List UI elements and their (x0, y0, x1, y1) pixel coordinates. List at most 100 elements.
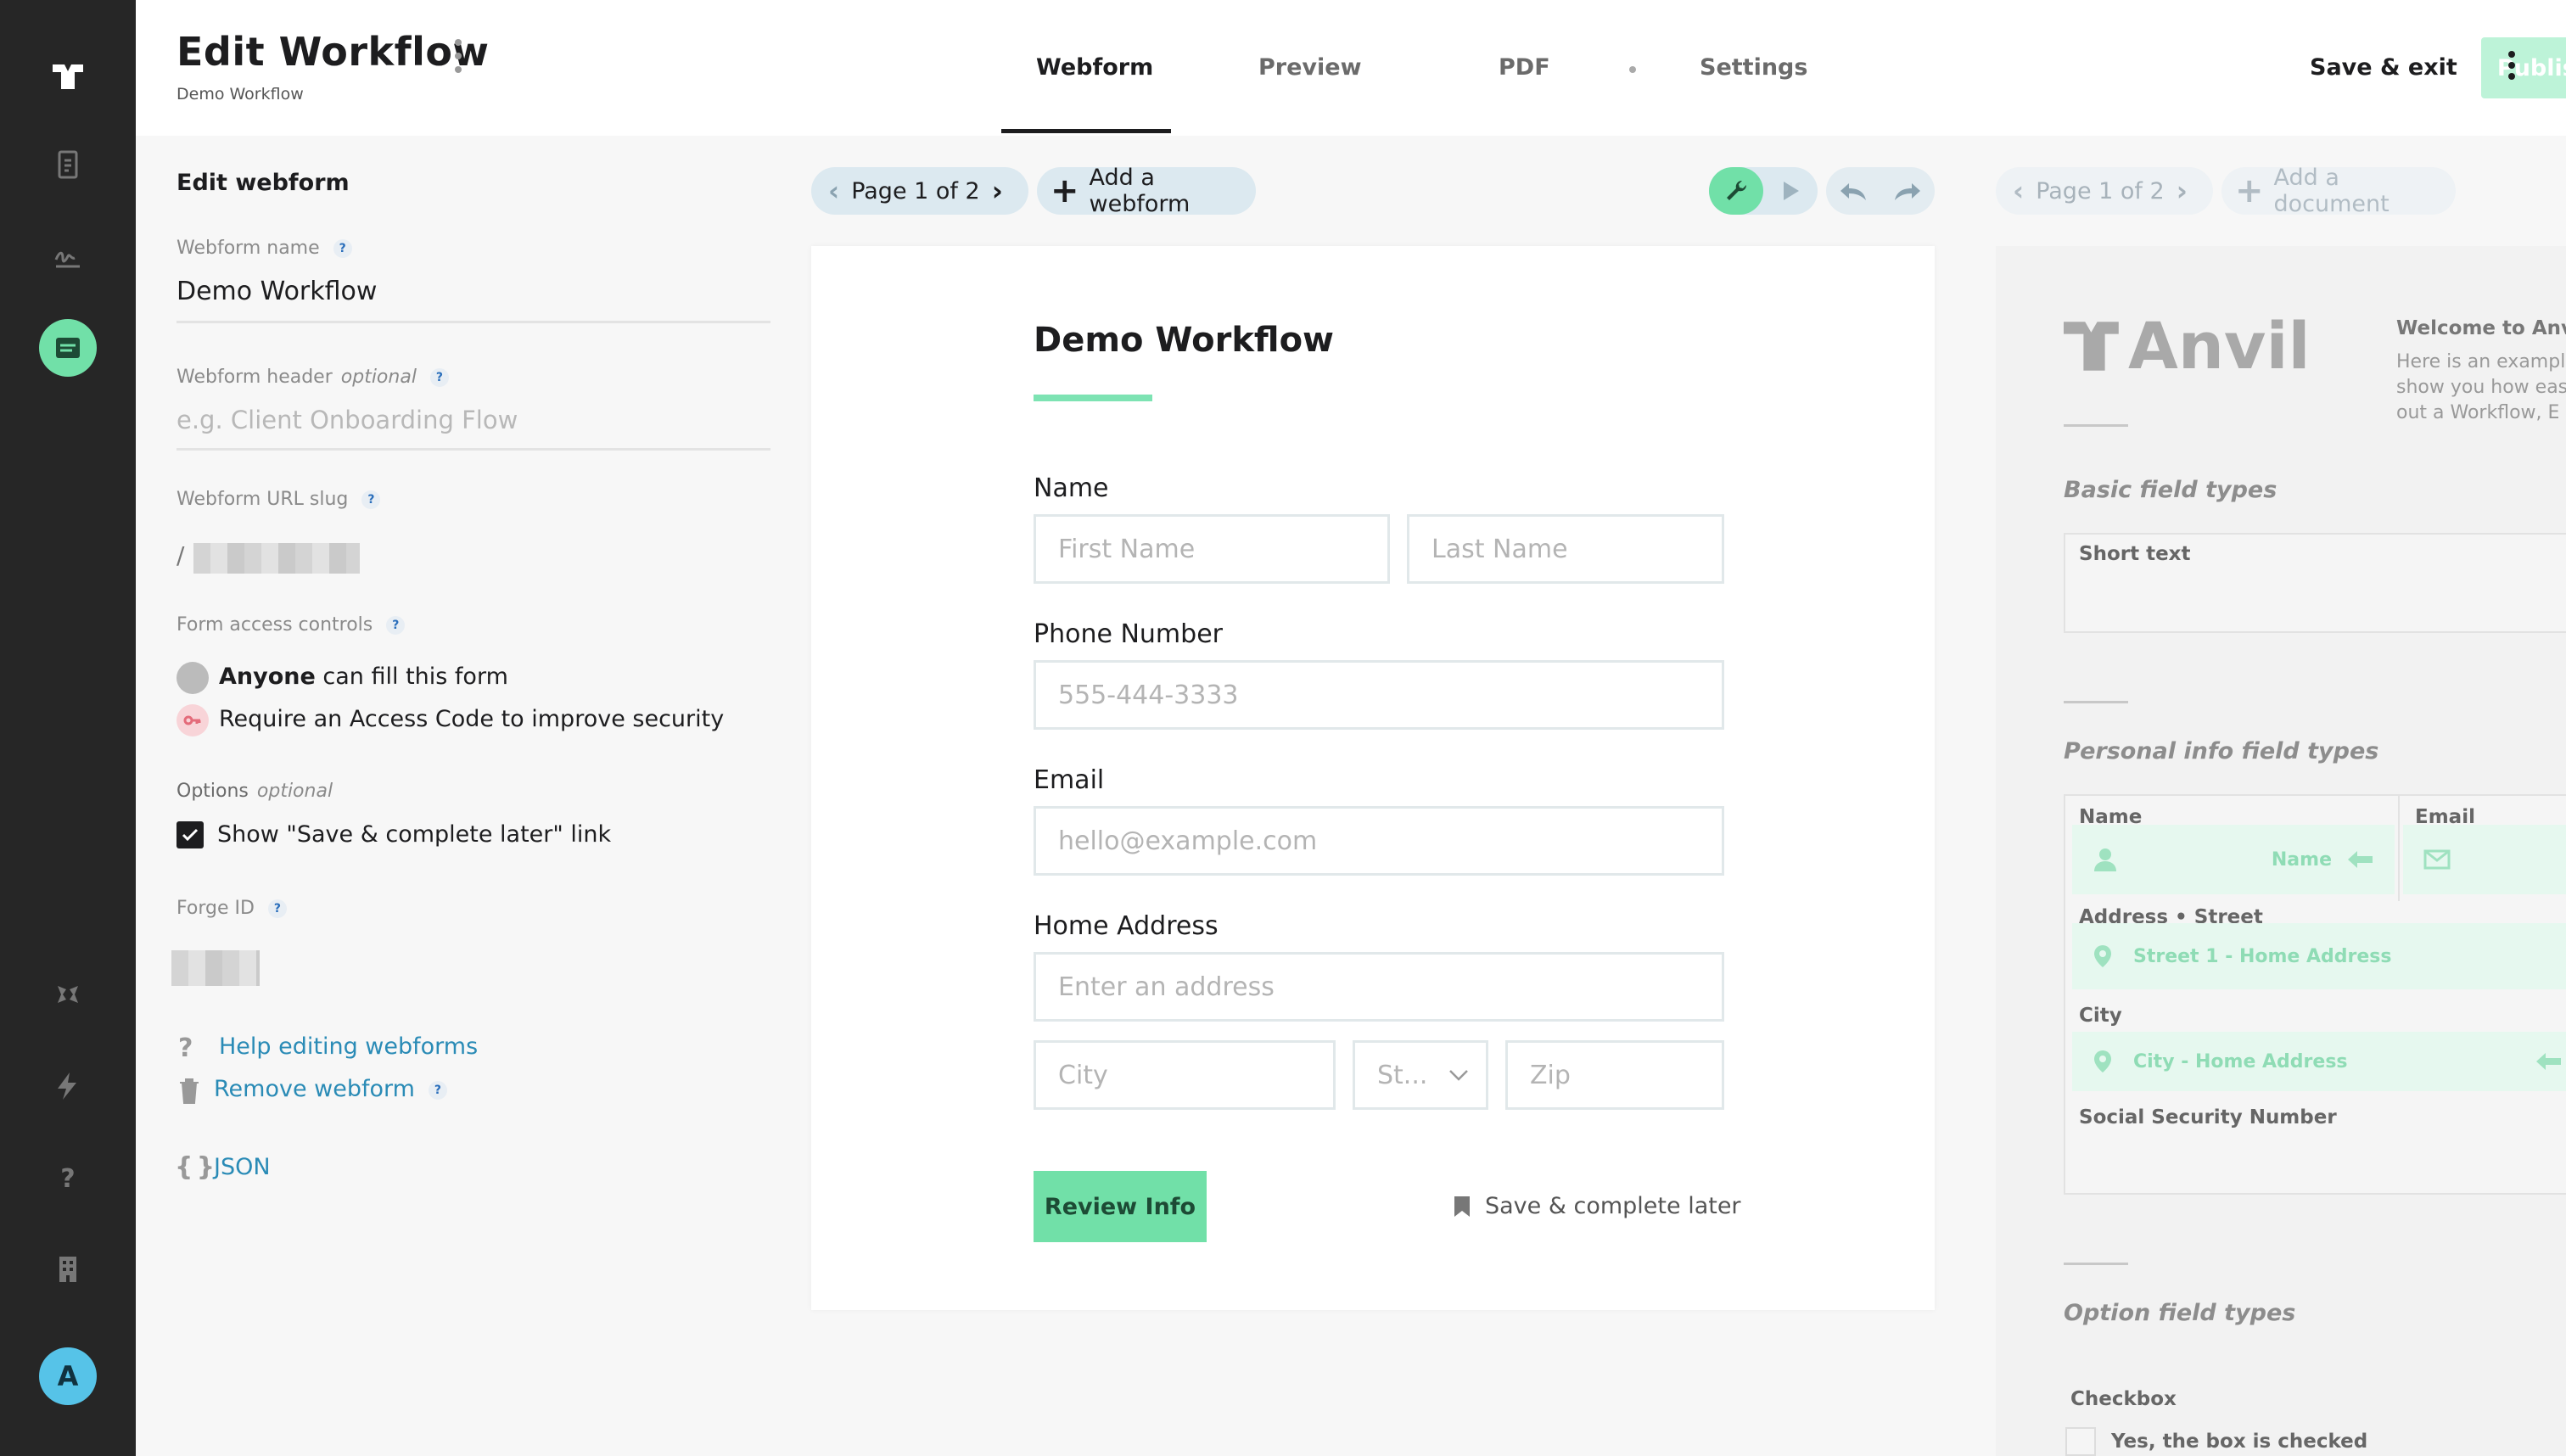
pdf-ssn-label: Social Security Number (2079, 1106, 2337, 1128)
user-avatar-icon (176, 662, 209, 694)
plus-icon: + (2235, 171, 2264, 210)
webforms-icon[interactable] (39, 319, 97, 377)
location-pin-icon (2094, 945, 2111, 967)
webform-header-label: Webform header optional? (176, 367, 449, 388)
tab-settings[interactable]: Settings (1700, 54, 1807, 81)
zip-input[interactable]: Zip (1505, 1040, 1724, 1110)
review-info-button[interactable]: Review Info (1034, 1171, 1207, 1242)
pdf-welcome-line-2: show you how eas (2396, 377, 2566, 398)
last-name-input[interactable]: Last Name (1407, 514, 1724, 584)
plus-icon: + (1050, 171, 1079, 210)
city-input[interactable]: City (1034, 1040, 1336, 1110)
undo-redo-group (1826, 167, 1935, 215)
save-later-checkbox[interactable] (176, 821, 204, 848)
page-subtitle: Demo Workflow (176, 85, 304, 104)
pdf-city-field[interactable]: City - Home Address (2072, 1032, 2566, 1091)
pdf-email-field[interactable] (2403, 825, 2566, 894)
json-link[interactable]: JSON (214, 1154, 271, 1180)
help-icon[interactable]: ? (39, 1149, 97, 1207)
options-label: Options optional (176, 781, 333, 802)
save-later-option-text: Show "Save & complete later" link (217, 821, 612, 848)
home-address-label: Home Address (1034, 911, 1219, 941)
help-badge-icon[interactable]: ? (428, 1080, 447, 1100)
state-select[interactable]: St... (1353, 1040, 1488, 1110)
address-input[interactable]: Enter an address (1034, 952, 1724, 1022)
bookmark-icon (1454, 1196, 1470, 1217)
play-icon[interactable] (1763, 167, 1818, 215)
webform-header-input[interactable]: e.g. Client Onboarding Flow (176, 406, 518, 434)
help-badge-icon[interactable]: ? (386, 616, 406, 635)
redo-icon[interactable] (1880, 180, 1935, 202)
pdf-welcome-title: Welcome to Anvil (2396, 317, 2566, 339)
field-arrow-icon (2348, 851, 2373, 868)
json-braces-icon: { } (175, 1152, 215, 1182)
url-slug-label: Webform URL slug? (176, 489, 381, 510)
add-webform-button[interactable]: + Add a webform (1037, 165, 1256, 217)
webform-name-input[interactable]: Demo Workflow (176, 277, 377, 306)
webform-header-underline (176, 448, 770, 451)
anvil-logo-icon[interactable] (39, 48, 97, 105)
email-input[interactable]: hello@example.com (1034, 806, 1724, 876)
pdf-checkbox[interactable] (2065, 1427, 2096, 1456)
pdf-name-field[interactable]: Name (2072, 825, 2395, 894)
pdf-divider (2064, 424, 2128, 427)
publish-button[interactable]: Publish (2481, 37, 2566, 98)
pdf-next-page-chevron-icon[interactable]: › (2177, 175, 2188, 207)
person-icon (2094, 848, 2116, 871)
top-header: Edit Workflow Demo Workflow Webform Prev… (136, 0, 2566, 136)
save-exit-button[interactable]: Save & exit (2310, 54, 2457, 81)
webform-settings-panel: Edit webform Webform name? Demo Workflow… (136, 136, 806, 1456)
tab-preview[interactable]: Preview (1258, 54, 1362, 81)
anvil-pdf-logo: Anvil (2064, 314, 2311, 378)
first-name-input[interactable]: First Name (1034, 514, 1390, 584)
next-page-chevron-icon[interactable]: › (992, 175, 1003, 207)
pdf-prev-page-chevron-icon[interactable]: ‹ (2013, 175, 2024, 207)
form-title: Demo Workflow (1034, 321, 1335, 360)
pdf-basic-heading: Basic field types (2064, 477, 2277, 503)
tab-pdf[interactable]: PDF (1499, 54, 1550, 81)
pdf-preview-panel: Anvil Welcome to Anvil Here is an exampl… (1996, 246, 2566, 1456)
page-title: Edit Workflow (176, 29, 490, 75)
pdf-welcome-line-3: out a Workflow, E (2396, 402, 2560, 423)
title-kebab-menu-icon[interactable] (453, 39, 463, 73)
help-editing-link[interactable]: Help editing webforms (219, 1033, 478, 1060)
help-badge-icon[interactable]: ? (361, 490, 381, 509)
prev-page-chevron-icon[interactable]: ‹ (828, 175, 839, 207)
help-badge-icon[interactable]: ? (429, 368, 449, 387)
signature-icon[interactable] (39, 227, 97, 285)
organization-building-icon[interactable] (39, 1240, 97, 1298)
help-badge-icon[interactable]: ? (267, 899, 287, 918)
add-document-button[interactable]: + Add a document (2221, 165, 2456, 217)
user-avatar[interactable]: A (39, 1347, 97, 1405)
chevron-down-icon (1449, 1070, 1468, 1081)
url-slug-prefix: / (176, 541, 185, 569)
documents-icon[interactable] (39, 136, 97, 193)
help-badge-icon[interactable]: ? (333, 239, 352, 258)
active-tab-indicator (1001, 129, 1171, 133)
remove-webform-link[interactable]: Remove webform? (214, 1076, 447, 1102)
trash-icon (176, 1076, 202, 1108)
pdf-street-field[interactable]: Street 1 - Home Address (2072, 923, 2566, 989)
pdf-pagination: ‹ Page 1 of 2 › (1996, 167, 2213, 215)
pdf-column-divider (2398, 796, 2400, 901)
save-complete-later-link[interactable]: Save & complete later (1453, 1193, 1741, 1219)
tab-webform[interactable]: Webform (1036, 54, 1153, 81)
lightning-icon[interactable] (39, 1057, 97, 1115)
integrations-icon[interactable] (39, 967, 97, 1025)
pdf-personal-heading: Personal info field types (2064, 738, 2379, 764)
access-code-option[interactable]: Require an Access Code to improve securi… (219, 706, 724, 732)
email-label: Email (1034, 765, 1105, 795)
help-icon: ? (178, 1033, 193, 1063)
pdf-checkbox-text: Yes, the box is checked (2111, 1431, 2368, 1453)
webform-name-label: Webform name? (176, 238, 352, 259)
pdf-checkbox-label: Checkbox (2070, 1388, 2177, 1410)
mail-icon (2423, 849, 2451, 870)
url-slug-redacted-value[interactable] (193, 543, 360, 574)
more-options-icon[interactable] (2507, 51, 2517, 80)
edit-preview-toggle (1709, 167, 1818, 215)
undo-icon[interactable] (1826, 180, 1880, 202)
location-pin-icon (2094, 1050, 2111, 1072)
phone-input[interactable]: 555-444-3333 (1034, 660, 1724, 730)
pdf-page-indicator: Page 1 of 2 (2036, 177, 2165, 204)
wrench-icon[interactable] (1709, 167, 1763, 215)
